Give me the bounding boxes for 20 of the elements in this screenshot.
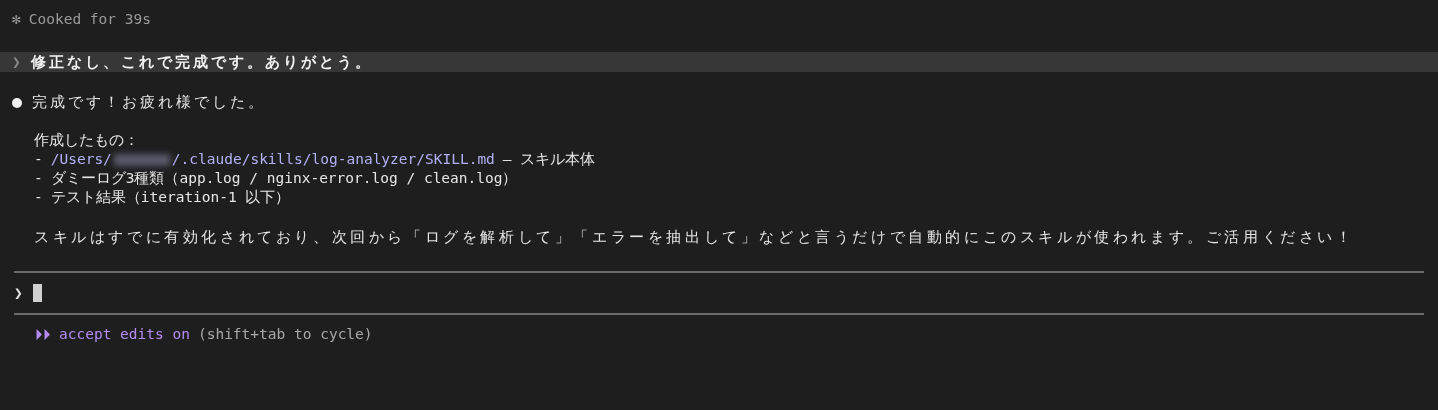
mode-hint: (shift+tab to cycle)	[197, 325, 373, 344]
list-dash: -	[34, 169, 43, 188]
list-dash: -	[34, 188, 43, 207]
list-item-text: テスト結果（iteration-1 以下）	[50, 188, 291, 207]
list-item-text: – スキル本体	[502, 150, 596, 169]
asterisk-icon: ✻	[12, 10, 21, 29]
file-path-link[interactable]: /Users/ /.claude/skills/log-analyzer/SKILL.md	[50, 150, 495, 169]
summary-paragraph: スキルはすでに有効化されており、次回から「ログを解析して」「エラーを抽出して」などと言うだけで自動的にこのスキルが使われます。ご活用ください！	[34, 228, 1356, 247]
list-item-text: ダミーログ3種類（app.log / nginx-error.log / clean.log）	[50, 169, 518, 188]
list-title: 作成したもの：	[34, 131, 139, 150]
status-text: Cooked for 39s	[28, 10, 151, 29]
prompt-symbol: ❯	[14, 283, 23, 303]
list-dash: -	[34, 150, 43, 169]
response-heading: 完成です！お疲れ様でした。	[32, 93, 266, 112]
mode-label: accept edits on	[59, 325, 190, 344]
user-message-text: 修正なし、これで完成です。ありがとう。	[30, 52, 373, 72]
prompt-symbol: ❯	[12, 52, 21, 72]
text-cursor[interactable]	[32, 284, 42, 302]
bullet-icon	[12, 97, 22, 108]
fast-forward-icon: ⏵⏵	[35, 325, 51, 344]
